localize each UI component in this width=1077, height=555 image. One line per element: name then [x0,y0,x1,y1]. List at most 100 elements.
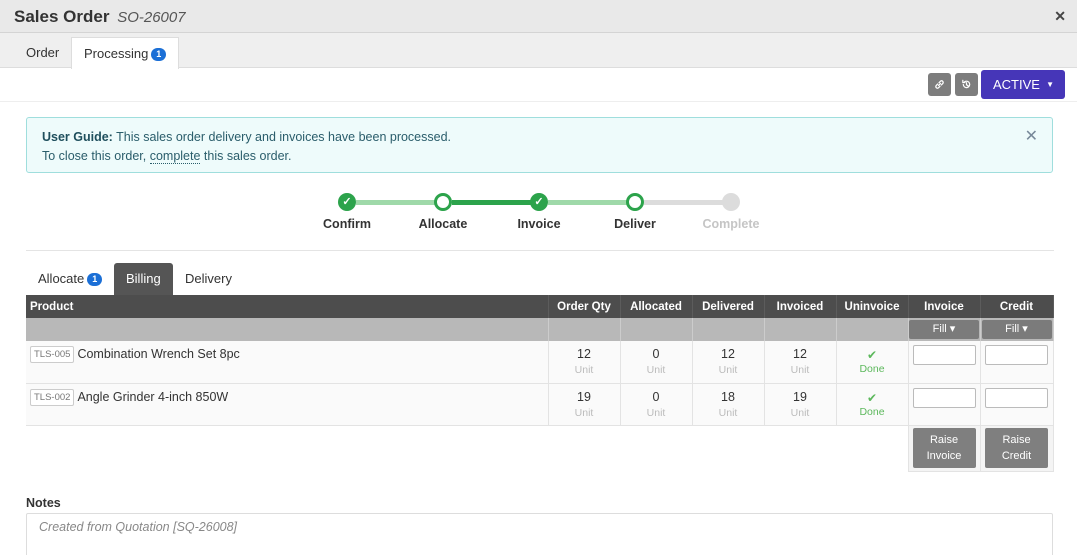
unit-label: Unit [718,406,738,419]
progress-stepper: ✓ ✓ Confirm Allocate Invoice Deliver Com… [0,190,1077,240]
notes-label: Notes [26,496,61,510]
credit-qty-input[interactable] [985,387,1048,408]
invoiced-cell: 19 Unit [764,383,837,426]
guide-line-1: User Guide: This sales order delivery an… [42,128,1037,147]
unit-label: Unit [790,406,810,419]
table-footer-row: Raise Invoice Raise Credit [26,424,1054,472]
table-header-row: Product Order Qty Allocated Delivered In… [26,295,1054,318]
unit-label: Unit [646,364,666,376]
table-row: TLS-005 Combination Wrench Set 8pc 12 Unit… [26,341,1054,384]
col-header-delivered[interactable]: Delivered [692,295,765,318]
footer-spacer [548,425,620,471]
subtab-billing[interactable]: Billing [114,263,173,295]
page-title: Sales Order SO-26007 [14,7,186,27]
caret-down-icon: ▼ [1046,80,1054,89]
step-allocate-label: Allocate [418,217,468,231]
invoice-qty-input[interactable] [912,345,976,365]
table-filter-row: Fill ▾ Fill ▾ [26,318,1054,341]
order-qty-value: 12 [577,347,591,361]
invoice-input-cell [908,341,981,384]
filter-cell [26,318,549,341]
filter-cell: Fill ▾ [908,318,981,341]
col-header-product[interactable]: Product [26,295,549,318]
step-connector [452,200,532,205]
step-allocate-circle-icon [434,193,452,211]
step-deliver-label: Deliver [614,217,656,231]
table-row: TLS-002 Angle Grinder 4-inch 850W 19 Unit … [26,383,1054,426]
uninvoice-cell: ✔ Done [836,383,909,426]
order-qty-cell: 12 Unit [548,341,621,384]
invoiced-cell: 12 Unit [764,341,837,384]
allocated-cell: 0 Unit [620,383,693,426]
link-icon[interactable] [928,73,951,96]
guide-close-icon[interactable]: ✕ [1025,127,1038,146]
step-invoice-label: Invoice [517,217,561,231]
order-qty-cell: 19 Unit [548,383,621,426]
credit-input-cell [980,341,1054,384]
uninvoice-cell: ✔ Done [836,341,909,384]
close-icon[interactable]: ✕ [1054,8,1066,25]
subtab-allocate-label: Allocate [38,271,85,286]
invoiced-value: 19 [793,389,807,404]
col-header-invoiced[interactable]: Invoiced [764,295,837,318]
credit-qty-input[interactable] [985,345,1048,365]
raise-invoice-label-2: Invoice [926,450,962,462]
fill-invoice-label: Fill [932,323,947,335]
guide-text-2: To close this order, [42,149,147,163]
col-header-allocated[interactable]: Allocated [620,295,693,318]
check-icon: ✔ [866,348,878,362]
step-confirm-check-icon: ✓ [338,193,356,211]
guide-text-1: This sales order delivery and invoices h… [116,130,452,144]
guide-text-3: this sales order. [203,149,292,163]
fill-credit-button[interactable]: Fill ▾ [981,320,1052,339]
history-icon[interactable] [955,73,978,96]
subtab-delivery-label: Delivery [185,271,232,286]
footer-spacer [26,425,548,471]
page-title-text: Sales Order [14,7,110,26]
action-bar: ACTIVE ▼ [0,68,1077,102]
footer-spacer [620,425,692,471]
user-guide-alert: User Guide: This sales order delivery an… [26,117,1053,173]
divider [26,250,1054,251]
fill-invoice-button[interactable]: Fill ▾ [909,320,979,339]
title-bar: Sales Order SO-26007 ✕ [0,0,1077,33]
filter-cell [764,318,837,341]
subtab-delivery[interactable]: Delivery [173,263,244,295]
status-dropdown-button[interactable]: ACTIVE ▼ [981,70,1065,99]
subtab-allocate[interactable]: Allocate 1 [26,263,114,295]
step-confirm-label: Confirm [323,217,371,231]
filter-cell: Fill ▾ [980,318,1054,341]
raise-invoice-label-1: Raise [929,434,959,446]
invoice-qty-input[interactable] [912,387,976,408]
complete-order-link[interactable]: complete [149,149,201,164]
product-code: TLS-002 [30,388,75,406]
tab-processing[interactable]: Processing 1 [71,37,180,69]
step-connector [356,200,436,205]
unit-label: Unit [646,406,666,419]
step-invoice-check-icon: ✓ [530,193,548,211]
footer-spacer [764,425,836,471]
col-header-credit[interactable]: Credit [980,295,1054,318]
product-name: Combination Wrench Set 8pc [77,347,240,361]
tab-order-label: Order [26,45,60,60]
step-connector [644,200,724,205]
billing-table: Product Order Qty Allocated Delivered In… [26,295,1054,472]
guide-line-2: To close this order, complete this sales… [42,147,1037,166]
notes-textarea[interactable]: Created from Quotation [SQ-26008] [26,513,1053,555]
delivered-cell: 18 Unit [692,383,765,426]
allocated-value: 0 [652,389,660,404]
product-cell: TLS-005 Combination Wrench Set 8pc [26,341,549,384]
col-header-uninvoice[interactable]: Uninvoice [836,295,909,318]
subtab-billing-label: Billing [126,271,161,286]
order-qty-value: 19 [577,389,591,404]
product-name: Angle Grinder 4-inch 850W [77,389,229,404]
invoiced-value: 12 [793,347,807,361]
credit-input-cell [980,383,1054,426]
allocated-cell: 0 Unit [620,341,693,384]
raise-credit-button[interactable]: Raise Credit [985,428,1048,468]
col-header-order-qty[interactable]: Order Qty [548,295,621,318]
raise-credit-label-1: Raise [1002,434,1031,446]
tab-order[interactable]: Order [14,37,71,68]
raise-invoice-button[interactable]: Raise Invoice [912,428,976,468]
col-header-invoice[interactable]: Invoice [908,295,981,318]
